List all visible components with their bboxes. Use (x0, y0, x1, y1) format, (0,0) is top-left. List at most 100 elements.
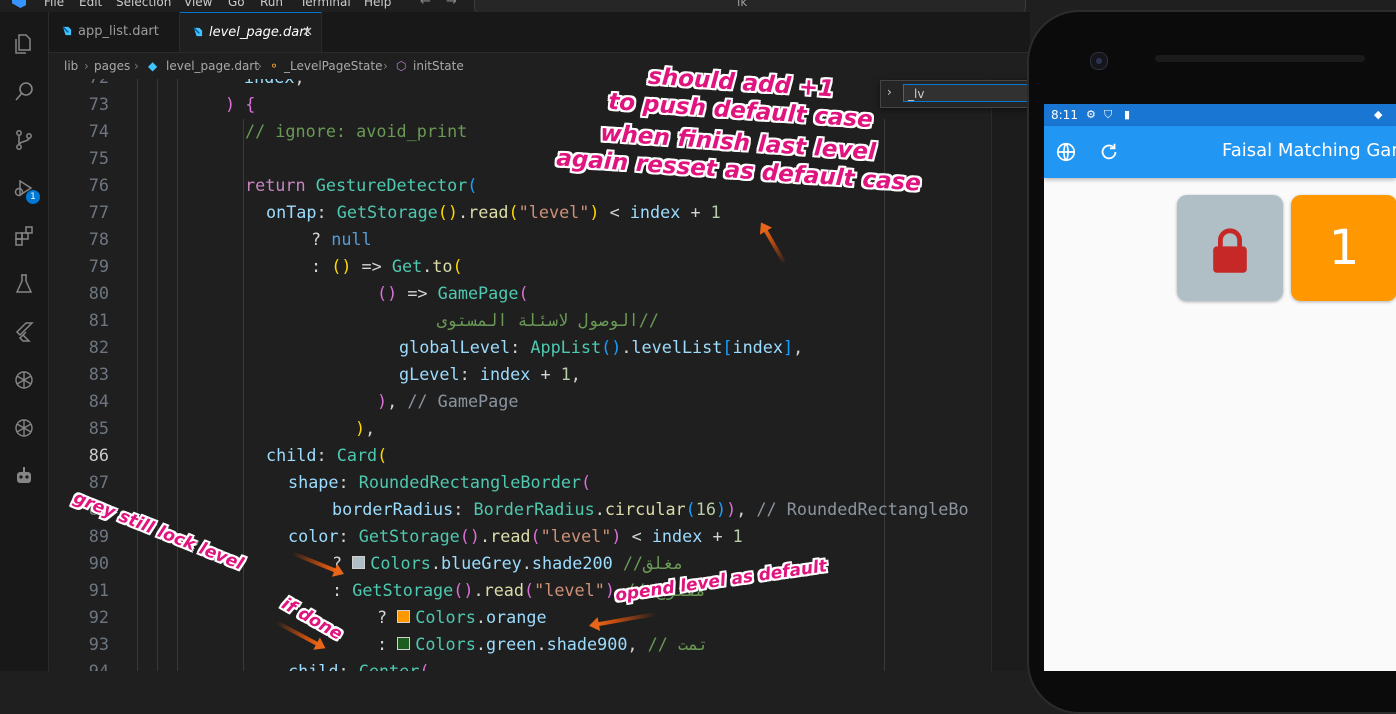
color-swatch-bluegrey[interactable] (352, 556, 366, 569)
code-line-93: : Colors.green.shade900, // تمت (377, 634, 709, 654)
wifi-icon: ◆ (1374, 108, 1383, 121)
breadcrumb-pages[interactable]: pages (94, 59, 130, 73)
dart-file-icon (193, 27, 203, 37)
code-line-88: borderRadius: BorderRadius.circular(16))… (332, 499, 969, 519)
vscode-logo-icon (12, 0, 26, 8)
chatgpt-alt-icon[interactable] (12, 416, 36, 440)
menu-run[interactable]: Run (260, 0, 283, 9)
code-line-78: ? null (311, 229, 372, 249)
level-card-1[interactable]: 1 (1291, 195, 1396, 301)
line-number: 74 (88, 121, 109, 141)
status-time: 8:11 (1051, 108, 1078, 122)
menu-go[interactable]: Go (228, 0, 245, 9)
menu-bar: File Edit Selection View Go Run Terminal… (0, 0, 1030, 12)
breadcrumb-lib[interactable]: lib (64, 59, 78, 73)
find-widget: › _lv (880, 80, 1031, 108)
menu-file[interactable]: File (44, 0, 64, 9)
tab-level-page[interactable]: level_page.dart ✕ (180, 12, 322, 52)
code-line-77: onTap: GetStorage().read("level") < inde… (266, 202, 721, 222)
code-line-74: // ignore: avoid_print (245, 121, 467, 141)
find-input[interactable]: _lv (903, 84, 1031, 102)
code-line-84: ), // GamePage (377, 391, 519, 411)
code-line-94: child: Center( (288, 661, 430, 671)
color-swatch-orange[interactable] (397, 610, 411, 623)
editor-tabs: app_list.dart level_page.dart ✕ (49, 12, 1030, 53)
menu-view[interactable]: View (184, 0, 212, 9)
breadcrumb-class[interactable]: _LevelPageState (284, 59, 383, 73)
extensions-icon[interactable] (12, 224, 36, 248)
flutter-icon[interactable] (12, 320, 36, 344)
line-number: 92 (88, 607, 109, 627)
line-number: 80 (88, 283, 109, 303)
level-card-locked[interactable] (1177, 195, 1283, 301)
line-number: 77 (88, 202, 109, 222)
explorer-icon[interactable] (12, 32, 36, 56)
close-tab-icon[interactable]: ✕ (302, 13, 313, 53)
testing-flask-icon[interactable] (12, 272, 36, 296)
forward-arrow-icon[interactable]: → (446, 0, 457, 9)
chevron-right-icon: › (84, 59, 89, 73)
code-line-89: color: GetStorage().read("level") < inde… (288, 526, 743, 546)
line-number: 83 (88, 364, 109, 384)
menu-selection[interactable]: Selection (116, 0, 171, 9)
lock-icon (1213, 228, 1247, 273)
sd-card-icon: ▮ (1124, 108, 1131, 121)
line-number: 85 (88, 418, 109, 438)
code-line-86: child: Card( (266, 445, 388, 465)
line-number: 75 (88, 148, 109, 168)
class-symbol-icon: ⚬ (269, 59, 280, 73)
breadcrumb-method[interactable]: initState (413, 59, 464, 73)
debug-badge: 1 (26, 190, 40, 204)
chevron-right-icon: › (383, 59, 388, 73)
color-swatch-green[interactable] (397, 637, 411, 650)
copilot-robot-icon[interactable] (12, 464, 36, 488)
dart-file-icon: ◆ (148, 59, 158, 73)
code-line-90: ? Colors.blueGrey.shade200 //مغلق (332, 553, 684, 573)
language-globe-icon[interactable] (1055, 141, 1077, 163)
android-status-bar: 8:11 ⚙ ⛉ ▮ ◆ (1044, 104, 1396, 126)
chatgpt-icon[interactable] (12, 368, 36, 392)
code-line-81: //الوصول لاسئلة المستوى (399, 310, 659, 330)
line-number: 78 (88, 229, 109, 249)
menu-help[interactable]: Help (364, 0, 391, 9)
command-center-text: lk (737, 0, 748, 9)
code-line-73: ) { (225, 94, 256, 114)
line-number: 81 (88, 310, 109, 330)
line-number: 93 (88, 634, 109, 654)
tab-app-list[interactable]: app_list.dart (49, 12, 180, 52)
source-control-icon[interactable] (12, 128, 36, 152)
menu-edit[interactable]: Edit (79, 0, 102, 9)
arabic-comment: //الوصول لاسئلة المستوى (436, 310, 659, 330)
refresh-icon[interactable] (1098, 141, 1120, 163)
line-number: 79 (88, 256, 109, 276)
command-center-search[interactable]: lk (474, 0, 1026, 12)
code-line-87: shape: RoundedRectangleBorder( (288, 472, 592, 492)
search-icon[interactable] (12, 80, 36, 104)
menu-terminal[interactable]: Terminal (300, 0, 351, 9)
chevron-right-icon[interactable]: › (887, 85, 892, 99)
code-line-72: index, (244, 79, 305, 87)
app-title: Faisal Matching Game (1222, 140, 1396, 161)
line-number: 86 (88, 445, 109, 465)
breadcrumb-file[interactable]: level_page.dart (166, 59, 259, 73)
code-line-92: ? Colors.orange (377, 607, 547, 627)
activity-bar: 1 (0, 12, 49, 671)
comment-text: // ignore: avoid_print (245, 121, 468, 141)
back-arrow-icon[interactable]: ← (420, 0, 431, 9)
app-bar: Faisal Matching Game (1044, 126, 1396, 178)
code-line-79: : () => Get.to( (311, 256, 463, 276)
code-line-82: globalLevel: AppList().levelList[index], (399, 337, 804, 357)
shield-icon: ⛉ (1104, 108, 1113, 121)
line-number: 82 (88, 337, 109, 357)
tab-label: level_page.dart (209, 25, 310, 40)
code-line-76: return GestureDetector( (245, 175, 478, 195)
minimap[interactable] (991, 79, 1030, 671)
phone-screen: 8:11 ⚙ ⛉ ▮ ◆ Faisal Matching Game 1 (1044, 104, 1396, 671)
breadcrumb: lib › pages › ◆ level_page.dart › ⚬ _Lev… (49, 53, 1030, 79)
tab-label: app_list.dart (78, 24, 159, 39)
line-number: 84 (88, 391, 109, 411)
line-number: 94 (88, 661, 109, 671)
code-line-83: gLevel: index + 1, (399, 364, 581, 384)
speaker-grille (1155, 55, 1365, 62)
line-number: 72 (49, 79, 109, 87)
